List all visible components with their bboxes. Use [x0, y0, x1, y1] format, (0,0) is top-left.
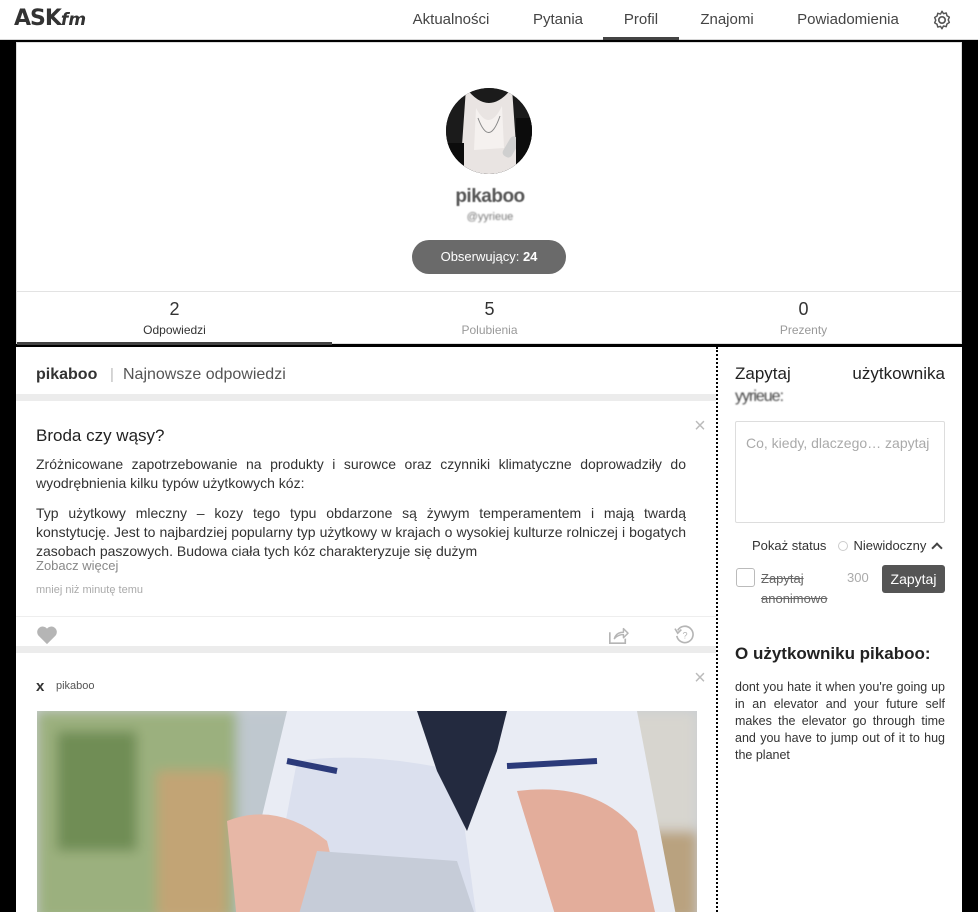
status-value[interactable]: Niewidoczny — [853, 538, 926, 553]
feed-header-separator: | — [110, 366, 114, 383]
ask-heading-word1: Zapytaj — [735, 364, 791, 383]
close-icon[interactable]: × — [692, 668, 708, 688]
nav-item-znajomi[interactable]: Znajomi — [688, 0, 766, 40]
about-text: dont you hate it when you're going up in… — [735, 680, 945, 762]
avatar-image — [446, 88, 532, 174]
nav-item-powiadomienia[interactable]: Powiadomienia — [783, 0, 913, 40]
anonymous-label[interactable]: Zapytaj anonimowo — [761, 569, 841, 609]
answer-paragraph: Zróżnicowane zapotrzebowanie na produkty… — [36, 456, 686, 491]
question-mark-x: x — [36, 678, 45, 695]
nav-item-profil[interactable]: Profil — [603, 0, 679, 40]
avatar[interactable] — [446, 88, 532, 174]
profile-username: pikaboo — [455, 186, 525, 207]
status-selector: Pokaż status Niewidoczny — [752, 538, 944, 554]
feed-header: pikaboo | Najnowsze odpowiedzi — [16, 347, 716, 401]
ask-back-icon[interactable]: ? — [674, 625, 696, 645]
stat-answers-count: 2 — [169, 299, 180, 319]
asker-username[interactable]: pikaboo — [56, 680, 95, 692]
stat-gifts-count: 0 — [798, 299, 809, 319]
followers-count: 24 — [522, 249, 538, 264]
see-more-link[interactable]: Zobacz więcej — [36, 558, 118, 573]
answer-card: × x pikaboo — [16, 660, 716, 912]
about-heading: O użytkowniku pikaboo: — [735, 644, 931, 663]
answer-paragraph: Typ użytkowy mleczny – kozy tego typu ob… — [36, 505, 686, 559]
feed-header-title: Najnowsze odpowiedzi — [123, 366, 286, 383]
feed-header-username[interactable]: pikaboo — [36, 366, 97, 384]
stat-answers[interactable]: 2 Odpowiedzi — [17, 292, 332, 345]
status-label: Pokaż status — [752, 538, 827, 553]
svg-text:?: ? — [682, 631, 687, 641]
stat-answers-label: Odpowiedzi — [143, 323, 206, 337]
question-input[interactable] — [735, 421, 945, 523]
answer-actions: ? — [16, 616, 716, 653]
heart-icon[interactable] — [36, 625, 58, 645]
share-icon[interactable] — [607, 625, 629, 645]
answer-photo[interactable] — [37, 711, 697, 912]
followers-label: Obserwujący: — [440, 249, 520, 264]
status-dot-icon — [838, 540, 849, 551]
answer-photo-image — [37, 711, 697, 912]
gear-icon[interactable] — [931, 9, 953, 31]
profile-stats: 2 Odpowiedzi 5 Polubienia 0 Prezenty — [17, 291, 961, 345]
stat-gifts[interactable]: 0 Prezenty — [646, 292, 961, 345]
nav-item-pytania[interactable]: Pytania — [520, 0, 596, 40]
ask-sidebar: Zapytaj użytkownika yyrieue: Pokaż statu… — [719, 347, 962, 912]
page-edge — [962, 40, 978, 912]
logo-suffix: fm — [60, 10, 87, 30]
answers-feed: pikaboo | Najnowsze odpowiedzi × Broda c… — [16, 347, 716, 912]
chevron-up-icon[interactable] — [931, 541, 944, 554]
answer-body: Zróżnicowane zapotrzebowanie na produkty… — [36, 455, 686, 559]
stat-gifts-label: Prezenty — [779, 323, 828, 337]
question-title: Broda czy wąsy? — [36, 426, 165, 445]
ask-heading-word2: użytkownika — [852, 364, 945, 383]
char-counter: 300 — [847, 570, 869, 585]
profile-handle: @yyrieue — [466, 211, 514, 223]
stat-likes-label: Polubienia — [461, 323, 518, 337]
profile-card: pikaboo @yyrieue Obserwujący: 24 2 Odpow… — [16, 42, 962, 345]
ask-heading-username: yyrieue: — [735, 388, 784, 405]
askfm-logo[interactable]: ASKfm — [14, 6, 86, 31]
answer-timestamp[interactable]: mniej niż minutę temu — [36, 584, 143, 596]
stat-likes-count: 5 — [484, 299, 495, 319]
close-icon[interactable]: × — [692, 416, 708, 436]
top-navbar: ASKfm Aktualności Pytania Profil Znajomi… — [0, 0, 978, 40]
stat-likes[interactable]: 5 Polubienia — [332, 292, 647, 345]
anonymous-checkbox[interactable] — [736, 568, 755, 587]
logo-main: ASK — [14, 6, 62, 31]
followers-button[interactable]: Obserwujący: 24 — [412, 240, 566, 274]
ask-heading: Zapytaj użytkownika — [735, 364, 945, 384]
answer-card: × Broda czy wąsy? Zróżnicowane zapotrzeb… — [16, 408, 716, 653]
ask-button[interactable]: Zapytaj — [882, 565, 945, 593]
nav-item-aktualnosci[interactable]: Aktualności — [400, 0, 502, 40]
